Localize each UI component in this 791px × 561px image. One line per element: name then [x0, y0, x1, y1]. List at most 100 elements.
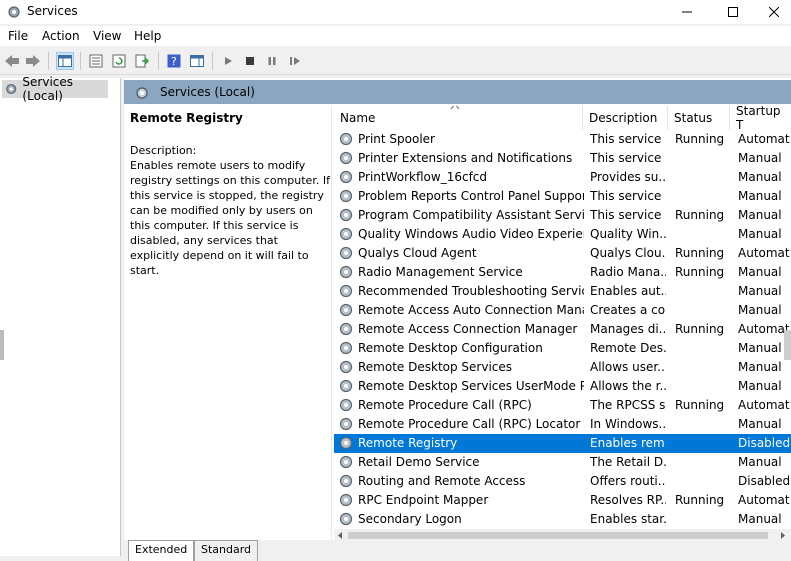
scroll-right-icon: [781, 532, 785, 539]
show-action-pane-button[interactable]: [188, 52, 206, 70]
table-row[interactable]: Recommended Troubleshooting Service Enabl…: [334, 282, 791, 301]
help-button[interactable]: ?: [165, 52, 183, 70]
start-service-button[interactable]: [219, 52, 237, 70]
service-description: Offers routi...: [590, 474, 666, 488]
service-gear-icon: [339, 398, 353, 412]
table-row[interactable]: Remote Desktop Services Allows user... Man…: [334, 358, 791, 377]
service-startup-type: Manual: [738, 512, 782, 526]
service-status: Running: [675, 246, 725, 260]
service-name: Remote Procedure Call (RPC) Locator: [358, 417, 581, 431]
service-gear-icon: [339, 170, 353, 184]
vertical-scrollbar-thumb[interactable]: [784, 330, 791, 360]
tree-item-services-local[interactable]: Services (Local): [2, 75, 108, 103]
menu-view[interactable]: View: [93, 29, 121, 43]
splitter-handle[interactable]: [0, 330, 4, 360]
maximize-button[interactable]: [710, 0, 756, 24]
table-row[interactable]: Secondary Logon Enables star... Manual: [334, 510, 791, 529]
service-startup-type: Manual: [738, 455, 782, 469]
main-pane: Services (Local) Remote Registry Descrip…: [124, 78, 791, 556]
table-row[interactable]: Printer Extensions and Notifications This…: [334, 149, 791, 168]
table-row[interactable]: Radio Management Service Radio Mana... Run…: [334, 263, 791, 282]
service-description: The Retail D...: [590, 455, 666, 469]
tab-standard[interactable]: Standard: [194, 540, 259, 561]
service-startup-type: Manual: [738, 227, 782, 241]
menu-action[interactable]: Action: [42, 29, 80, 43]
forward-button[interactable]: [24, 52, 42, 70]
back-button[interactable]: [3, 52, 21, 70]
view-tabs: Extended Standard: [124, 540, 791, 561]
table-row[interactable]: Remote Access Connection Manager Manages …: [334, 320, 791, 339]
table-row[interactable]: Quality Windows Audio Video Experience Qu…: [334, 225, 791, 244]
table-row[interactable]: PrintWorkflow_16cfcd Provides su... Manual: [334, 168, 791, 187]
column-header-name-label: Name: [340, 111, 376, 125]
table-row[interactable]: Retail Demo Service The Retail D... Manual: [334, 453, 791, 472]
action-pane-icon: [190, 55, 204, 67]
table-row[interactable]: Problem Reports Control Panel Support Thi…: [334, 187, 791, 206]
service-name: Problem Reports Control Panel Support: [358, 189, 584, 203]
column-header-status[interactable]: Status: [668, 106, 730, 130]
stop-service-button[interactable]: [241, 52, 259, 70]
table-row[interactable]: Remote Desktop Services UserMode Port...…: [334, 377, 791, 396]
service-description: Manages di...: [590, 322, 666, 336]
export-list-button[interactable]: [133, 52, 151, 70]
toolbar-separator: [48, 52, 49, 70]
service-startup-type: Automat: [738, 493, 790, 507]
table-row[interactable]: Program Compatibility Assistant Service T…: [334, 206, 791, 225]
service-name: Print Spooler: [358, 132, 435, 146]
service-name: Remote Registry: [358, 436, 458, 450]
properties-button[interactable]: [87, 52, 105, 70]
service-description: Radio Mana...: [590, 265, 666, 279]
service-gear-icon: [339, 379, 353, 393]
minimize-button[interactable]: [664, 0, 710, 24]
table-row[interactable]: Remote Registry Enables rem... Disabled: [334, 434, 791, 453]
table-row[interactable]: Remote Desktop Configuration Remote Des..…: [334, 339, 791, 358]
table-row[interactable]: Remote Procedure Call (RPC) Locator In Wi…: [334, 415, 791, 434]
services-gear-icon: [8, 6, 20, 18]
service-gear-icon: [339, 189, 353, 203]
table-row[interactable]: Remote Access Auto Connection Manager Cre…: [334, 301, 791, 320]
service-name: PrintWorkflow_16cfcd: [358, 170, 488, 184]
service-startup-type: Disabled: [738, 474, 791, 488]
service-name: Program Compatibility Assistant Service: [358, 208, 584, 222]
show-hide-console-tree-button[interactable]: [56, 52, 74, 70]
column-header-startup-type[interactable]: Startup T: [730, 106, 791, 132]
service-description: In Windows...: [590, 417, 666, 431]
service-gear-icon: [339, 246, 353, 260]
column-header-name[interactable]: Name: [334, 106, 583, 130]
back-arrow-icon: [5, 55, 19, 67]
panel-header-title: Services (Local): [160, 85, 255, 99]
service-name: Radio Management Service: [358, 265, 523, 279]
pause-service-button[interactable]: [263, 52, 281, 70]
description-pane: Remote Registry Description: Enables rem…: [124, 106, 332, 542]
play-icon: [225, 57, 232, 65]
service-startup-type: Manual: [738, 360, 782, 374]
service-startup-type: Automat: [738, 132, 790, 146]
service-startup-type: Disabled: [738, 436, 791, 450]
service-status: Running: [675, 322, 725, 336]
table-row[interactable]: Print Spooler This service ... Running Auto…: [334, 130, 791, 149]
close-icon: [768, 7, 779, 17]
service-name: Remote Desktop Configuration: [358, 341, 543, 355]
scrollbar-thumb[interactable]: [348, 532, 768, 539]
description-label: Description:: [130, 144, 197, 157]
tab-extended[interactable]: Extended: [128, 540, 195, 561]
menu-help[interactable]: Help: [134, 29, 161, 43]
table-row[interactable]: RPC Endpoint Mapper Resolves RP... Running…: [334, 491, 791, 510]
service-gear-icon: [339, 455, 353, 469]
service-description: This service ...: [590, 189, 666, 203]
panel-header: Services (Local): [124, 80, 791, 104]
menu-file[interactable]: File: [8, 29, 28, 43]
column-header-description[interactable]: Description: [583, 106, 668, 130]
service-gear-icon: [339, 322, 353, 336]
table-row[interactable]: Routing and Remote Access Offers routi...…: [334, 472, 791, 491]
service-gear-icon: [339, 132, 353, 146]
console-tree-icon: [58, 55, 72, 67]
service-name: Printer Extensions and Notifications: [358, 151, 573, 165]
refresh-button[interactable]: [110, 52, 128, 70]
table-row[interactable]: Qualys Cloud Agent Qualys Clou... Running A…: [334, 244, 791, 263]
table-row[interactable]: Remote Procedure Call (RPC) The RPCSS s..…: [334, 396, 791, 415]
close-button[interactable]: [756, 0, 791, 24]
service-startup-type: Manual: [738, 208, 782, 222]
restart-service-button[interactable]: [286, 52, 304, 70]
column-header-status-label: Status: [674, 111, 713, 125]
